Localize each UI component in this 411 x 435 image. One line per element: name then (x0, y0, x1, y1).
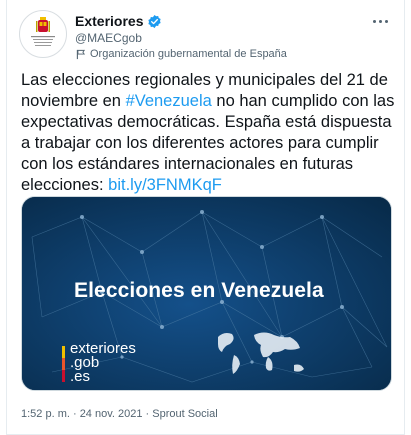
more-options-icon[interactable] (370, 13, 390, 29)
government-flag-icon (76, 49, 86, 59)
display-name[interactable]: Exteriores (75, 13, 143, 29)
tweet-url-link[interactable]: bit.ly/3FNMKqF (108, 176, 222, 194)
spain-coat-of-arms-logo (31, 17, 55, 46)
account-avatar[interactable] (19, 10, 67, 58)
exteriores-gob-es-logo: exteriores .gob .es (62, 340, 162, 386)
tweet-card: Exteriores @MAECgob Organización guberna… (6, 0, 405, 435)
logo-line-3: .es (70, 368, 91, 385)
tweet-text: Las elecciones regionales y municipales … (21, 70, 401, 196)
hashtag-link[interactable]: #Venezuela (126, 92, 212, 110)
account-name-row[interactable]: Exteriores (75, 13, 162, 29)
media-title: Elecciones en Venezuela (74, 279, 324, 302)
logo-color-bar (62, 346, 65, 382)
account-handle[interactable]: @MAECgob (75, 31, 142, 45)
account-label[interactable]: Organización gubernamental de España (75, 48, 287, 60)
tweet-timestamp[interactable]: 1:52 p. m. · 24 nov. 2021 · Sprout Socia… (21, 408, 218, 420)
account-label-text: Organización gubernamental de España (90, 48, 287, 60)
verified-badge-icon (148, 14, 162, 28)
tweet-media-image[interactable]: Elecciones en Venezuela exteriores .gob … (21, 196, 392, 391)
